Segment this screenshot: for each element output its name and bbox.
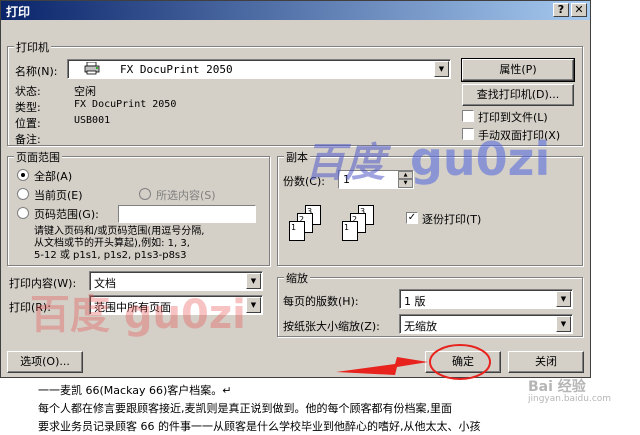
page-range-group-label: 页面范围 [14,149,62,165]
copies-group-label: 副本 [284,149,310,165]
page-range-hint: 请键入页码和/或页码范围(用逗号分隔, 从文档或节的开头算起),例如: 1, 3… [34,226,205,261]
close-icon[interactable]: ✕ [571,3,587,17]
spin-down-icon[interactable]: ▼ [398,179,413,188]
type-value: FX DocuPrint 2050 [74,99,177,110]
status-label: 状态: [15,85,41,98]
status-value: 空闲 [74,85,96,98]
print-pages-select[interactable]: 范围中所有页面 ▼ [89,295,263,315]
location-value: USB001 [74,115,111,126]
copies-count-value: 1 [343,173,350,186]
range-current-label: 当前页(E) [34,189,83,202]
note-label: 备注: [15,133,41,146]
range-selection-radio[interactable] [139,188,151,200]
copies-count-label: 份数(C): [283,175,325,188]
print-what-select[interactable]: 文档 ▼ [89,271,263,291]
scale-value: 无缩放 [404,320,437,333]
collate-checkbox[interactable]: ✓ [406,212,418,224]
collate-label: 逐份打印(T) [422,213,482,226]
spin-up-icon[interactable]: ▲ [398,171,413,179]
printer-name-value: FX DocuPrint 2050 [120,63,233,76]
copies-count-input[interactable]: 1 ▲ ▼ [338,170,414,189]
printer-icon [84,61,100,75]
print-what-label: 打印内容(W): [9,277,77,290]
dialog-title: 打印 [6,5,31,19]
doc-line-1: 一一麦凯 66(Mackay 66)客户档案。↵ [38,384,232,397]
range-all-label: 全部(A) [34,170,73,183]
options-button[interactable]: 选项(O)... [7,351,83,373]
type-label: 类型: [15,101,41,114]
print-to-file-label: 打印到文件(L) [478,111,548,124]
print-label: 打印(R): [9,301,51,314]
scale-select[interactable]: 无缩放 ▼ [399,314,573,334]
chevron-down-icon[interactable]: ▼ [246,297,261,313]
pages-per-sheet-select[interactable]: 1 版 ▼ [399,289,573,309]
range-pages-radio[interactable] [17,207,29,219]
range-selection-label: 所选内容(S) [156,189,216,202]
print-pages-value: 范围中所有页面 [94,301,171,314]
doc-line-3: 要求业务员记录顾客 66 的件事一一从顾客是什么学校毕业到他醉心的嗜好,从他太太… [38,420,481,433]
zoom-group-label: 缩放 [284,270,310,286]
print-what-value: 文档 [94,277,116,290]
title-bar: 打印 ? ✕ [1,1,590,20]
chevron-down-icon[interactable]: ▼ [556,316,571,332]
pages-per-sheet-label: 每页的版数(H): [283,295,359,308]
range-all-radio[interactable] [17,169,29,181]
ok-button[interactable]: 确定 [425,351,501,373]
help-button[interactable]: ? [553,3,569,17]
print-dialog: 打印 ? ✕ 打印机 名称(N): FX DocuPrint 2050 ▼ 属性… [0,0,591,378]
range-current-radio[interactable] [17,188,29,200]
doc-line-2: 每个人都在修言要跟顾客接近,麦凯则是真正说到做到。他的每个顾客都有份档案,里面 [38,402,452,415]
chevron-down-icon[interactable]: ▼ [246,273,261,289]
printer-name-select[interactable]: FX DocuPrint 2050 ▼ [67,59,451,79]
duplex-label: 手动双面打印(X) [478,129,561,142]
page-range-input[interactable] [118,205,256,223]
chevron-down-icon[interactable]: ▼ [434,61,449,77]
chevron-down-icon[interactable]: ▼ [556,291,571,307]
find-printer-button[interactable]: 查找打印机(D)... [462,84,574,106]
corner-watermark-url: jingyan.baidu.com [528,394,612,404]
duplex-checkbox[interactable] [462,128,474,140]
properties-button[interactable]: 属性(P) [461,58,575,82]
location-label: 位置: [15,117,41,130]
scale-label: 按纸张大小缩放(Z): [283,320,380,333]
corner-watermark: Bai 经验 [528,379,586,395]
cancel-button[interactable]: 关闭 [508,351,584,373]
printer-group-label: 打印机 [14,39,51,55]
printer-name-label: 名称(N): [15,65,58,78]
range-pages-label: 页码范围(G): [34,208,99,221]
pages-per-sheet-value: 1 版 [404,295,426,308]
print-to-file-checkbox[interactable] [462,110,474,122]
